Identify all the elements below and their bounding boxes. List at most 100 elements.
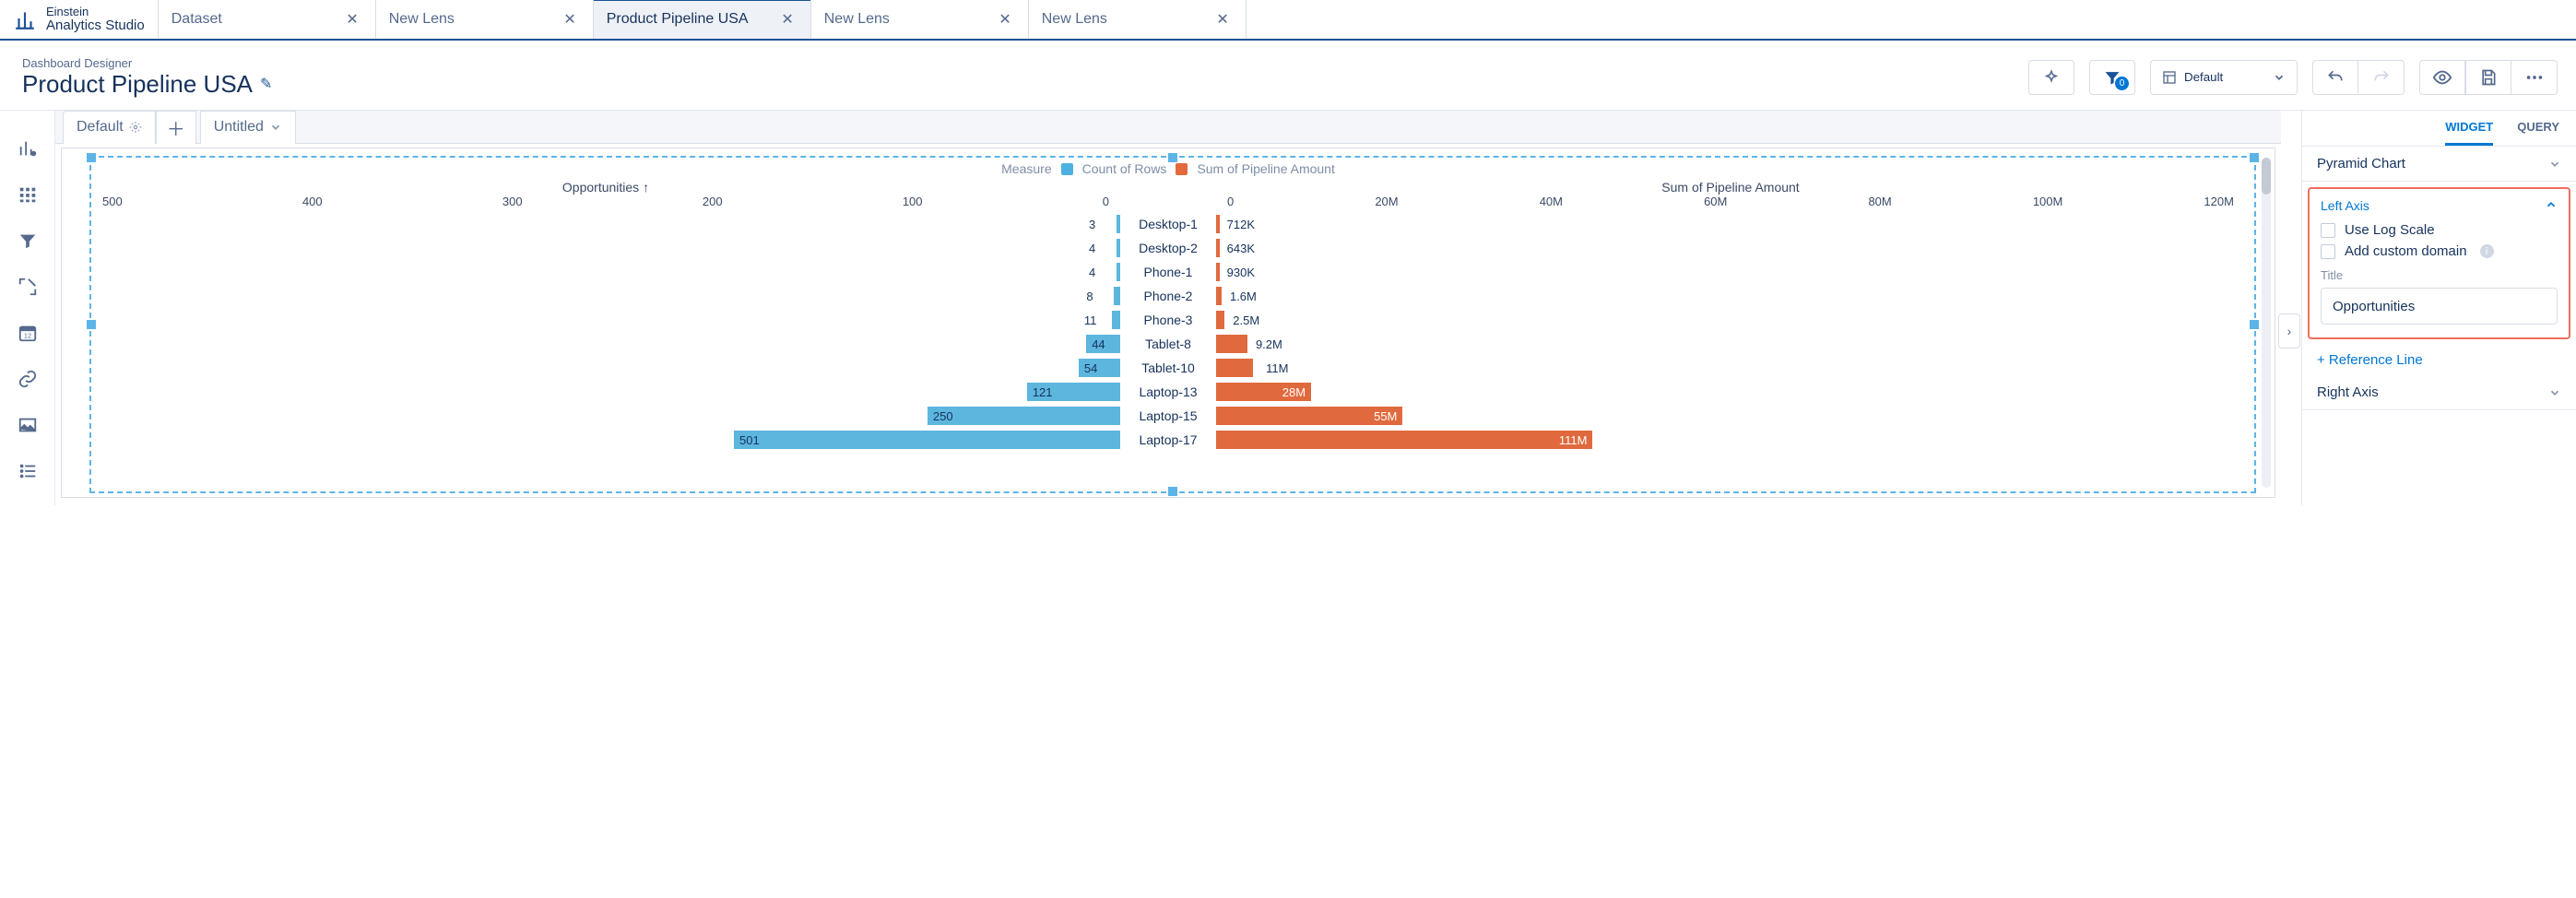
- chart-lane: 11Phone-32.5M: [99, 308, 2238, 332]
- axis-left-ticks: 5004003002001000: [99, 195, 1113, 208]
- section-pyramid-chart[interactable]: Pyramid Chart: [2302, 147, 2576, 182]
- image-icon[interactable]: [18, 415, 38, 435]
- dashboard-canvas[interactable]: Measure Count of Rows Sum of Pipeline Am…: [61, 148, 2275, 498]
- category-label: Desktop-2: [1122, 241, 1214, 255]
- category-label: Phone-1: [1122, 265, 1214, 279]
- checkbox-log-scale[interactable]: [2321, 223, 2335, 238]
- sparkle-icon: [2043, 69, 2060, 86]
- section-right-axis[interactable]: Right Axis: [2302, 375, 2576, 410]
- tab-label: New Lens: [1042, 11, 1107, 28]
- bar-left: 121: [1027, 383, 1120, 401]
- tick: 80M: [1868, 195, 1891, 208]
- tick: 60M: [1704, 195, 1727, 208]
- bar-right: 11M: [1216, 359, 1253, 377]
- collapse-handle[interactable]: ›: [2278, 313, 2300, 349]
- breadcrumb: Dashboard Designer: [22, 56, 272, 70]
- checkbox-custom-domain[interactable]: [2321, 244, 2335, 259]
- close-icon[interactable]: ✕: [342, 6, 361, 32]
- edit-title-icon[interactable]: ✎: [260, 75, 272, 93]
- bar-value: 121: [1027, 385, 1058, 399]
- close-icon[interactable]: ✕: [560, 6, 579, 32]
- category-label: Tablet-10: [1122, 360, 1214, 375]
- tab-label: Product Pipeline USA: [607, 11, 749, 28]
- bar-right: 2.5M: [1216, 311, 1224, 329]
- tab-widget[interactable]: WIDGET: [2445, 120, 2493, 146]
- brand-line2: Analytics Studio: [46, 18, 145, 34]
- tab-product-pipeline[interactable]: Product Pipeline USA ✕: [594, 0, 811, 39]
- tick: 40M: [1540, 195, 1563, 208]
- table-icon[interactable]: [18, 184, 38, 205]
- section-label: Pyramid Chart: [2317, 156, 2405, 171]
- pyramid-chart: Measure Count of Rows Sum of Pipeline Am…: [99, 161, 2238, 491]
- container-icon[interactable]: [18, 277, 38, 297]
- sparkle-button[interactable]: [2028, 60, 2074, 95]
- bar-value: 250: [928, 409, 959, 423]
- layout-icon: [2162, 70, 2177, 85]
- header-toolbar: 0 Default: [2028, 60, 2558, 95]
- gear-icon: [129, 121, 142, 134]
- close-icon[interactable]: ✕: [1212, 6, 1232, 32]
- tab-dataset[interactable]: Dataset ✕: [159, 0, 376, 39]
- bar-right: 712K: [1216, 215, 1220, 233]
- tab-new-lens-3[interactable]: New Lens ✕: [1029, 0, 1247, 39]
- tab-query[interactable]: QUERY: [2517, 120, 2559, 146]
- page-title: Product Pipeline USA: [22, 70, 253, 99]
- add-reference-line[interactable]: + Reference Line: [2302, 345, 2576, 375]
- axis-title-input[interactable]: [2321, 288, 2558, 325]
- chevron-up-icon[interactable]: [2545, 198, 2558, 211]
- tick: 100: [903, 195, 923, 208]
- filter-button[interactable]: 0: [2089, 60, 2135, 95]
- bar-left: 250: [928, 407, 1120, 425]
- bar-value: 2.5M: [1227, 313, 1265, 327]
- link-icon[interactable]: [18, 369, 38, 389]
- page-tab-add[interactable]: ＋: [156, 111, 196, 144]
- tab-label: Dataset: [171, 11, 222, 28]
- tick: 0: [1227, 195, 1234, 208]
- date-icon[interactable]: 12: [18, 323, 38, 343]
- category-label: Tablet-8: [1122, 337, 1214, 351]
- bar-value: 11: [1079, 313, 1103, 327]
- category-label: Desktop-1: [1122, 217, 1214, 231]
- chart-icon[interactable]: [18, 138, 38, 159]
- undo-button[interactable]: [2312, 60, 2358, 95]
- more-button[interactable]: [2511, 60, 2558, 95]
- redo-button[interactable]: [2358, 60, 2405, 95]
- tab-new-lens-2[interactable]: New Lens ✕: [811, 0, 1029, 39]
- info-icon[interactable]: i: [2480, 244, 2494, 258]
- bar-right: 28M: [1216, 383, 1311, 401]
- tick: 100M: [2033, 195, 2063, 208]
- close-icon[interactable]: ✕: [777, 6, 797, 32]
- category-label: Laptop-15: [1122, 408, 1214, 423]
- close-icon[interactable]: ✕: [995, 6, 1014, 32]
- list-icon[interactable]: [18, 461, 38, 481]
- filter-icon[interactable]: [18, 230, 38, 251]
- bar-value: 3: [1083, 218, 1101, 231]
- chart-lane: 44Tablet-89.2M: [99, 332, 2238, 356]
- tab-label: New Lens: [824, 11, 890, 28]
- save-button[interactable]: [2465, 60, 2511, 95]
- section-left-axis: Left Axis Use Log Scale Add custom domai…: [2308, 187, 2570, 339]
- category-label: Phone-2: [1122, 289, 1214, 303]
- app-tabs: Einstein Analytics Studio Dataset ✕ New …: [0, 0, 2576, 41]
- brand-tab: Einstein Analytics Studio: [0, 0, 159, 39]
- layout-select[interactable]: Default: [2150, 60, 2298, 95]
- bar-value: 28M: [1277, 385, 1311, 399]
- bar-left: 8: [1114, 287, 1120, 305]
- scrollbar-thumb[interactable]: [2262, 158, 2271, 195]
- page-tab-default[interactable]: Default: [63, 111, 156, 144]
- title-field-label: Title: [2321, 268, 2558, 282]
- preview-button[interactable]: [2419, 60, 2465, 95]
- checkbox-label: Use Log Scale: [2345, 222, 2435, 238]
- bar-value: 643K: [1222, 242, 1260, 255]
- tick: 20M: [1375, 195, 1398, 208]
- tab-new-lens-1[interactable]: New Lens ✕: [376, 0, 594, 39]
- bar-value: 111M: [1554, 433, 1593, 447]
- eye-icon: [2432, 67, 2452, 88]
- scrollbar-track[interactable]: [2262, 158, 2271, 488]
- section-label: Right Axis: [2317, 384, 2379, 400]
- bar-right: 643K: [1216, 239, 1220, 257]
- tick: 200: [703, 195, 723, 208]
- chart-lane: 501Laptop-17111M: [99, 428, 2238, 452]
- chart-lane: 3 Desktop-1712K: [99, 212, 2238, 236]
- page-tab-untitled[interactable]: Untitled: [200, 111, 296, 144]
